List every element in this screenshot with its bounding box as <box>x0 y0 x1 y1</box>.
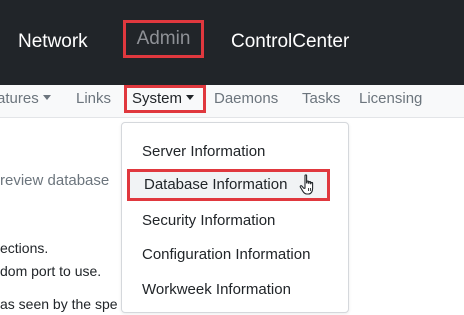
background-text-line: dom port to use. <box>0 263 102 279</box>
background-text-line: review database <box>0 172 110 189</box>
menu-item-label: Database Information <box>144 176 288 193</box>
menu-item-workweek-information[interactable]: Workweek Information <box>142 280 291 300</box>
page: Network Admin ControlCenter atures Links… <box>0 0 464 315</box>
background-text-line: ections. <box>0 240 49 256</box>
caret-down-icon <box>186 95 195 100</box>
sub-navbar: atures Links System Daemons Tasks Licens… <box>0 85 464 118</box>
nav-network[interactable]: Network <box>18 30 88 54</box>
menu-item-database-information[interactable]: Database Information <box>127 169 330 201</box>
subnav-system-label: System <box>132 90 183 107</box>
hand-pointer-icon <box>299 174 314 195</box>
caret-down-icon <box>42 95 51 100</box>
nav-admin[interactable]: Admin <box>123 20 204 58</box>
subnav-system[interactable]: System <box>124 85 206 113</box>
subnav-tasks[interactable]: Tasks <box>302 89 340 109</box>
menu-item-configuration-information[interactable]: Configuration Information <box>142 245 310 265</box>
subnav-daemons[interactable]: Daemons <box>214 89 278 109</box>
top-navbar: Network Admin ControlCenter <box>0 0 464 85</box>
background-text-line: as seen by the spe <box>0 296 118 312</box>
nav-controlcenter[interactable]: ControlCenter <box>231 30 349 54</box>
subnav-features-label: atures <box>0 90 39 107</box>
subnav-features[interactable]: atures <box>0 89 51 109</box>
menu-item-server-information[interactable]: Server Information <box>142 142 265 162</box>
menu-item-security-information[interactable]: Security Information <box>142 211 275 231</box>
subnav-licensing[interactable]: Licensing <box>359 89 422 109</box>
system-dropdown-menu: Server Information Database Information … <box>121 122 349 313</box>
subnav-links[interactable]: Links <box>76 89 111 109</box>
